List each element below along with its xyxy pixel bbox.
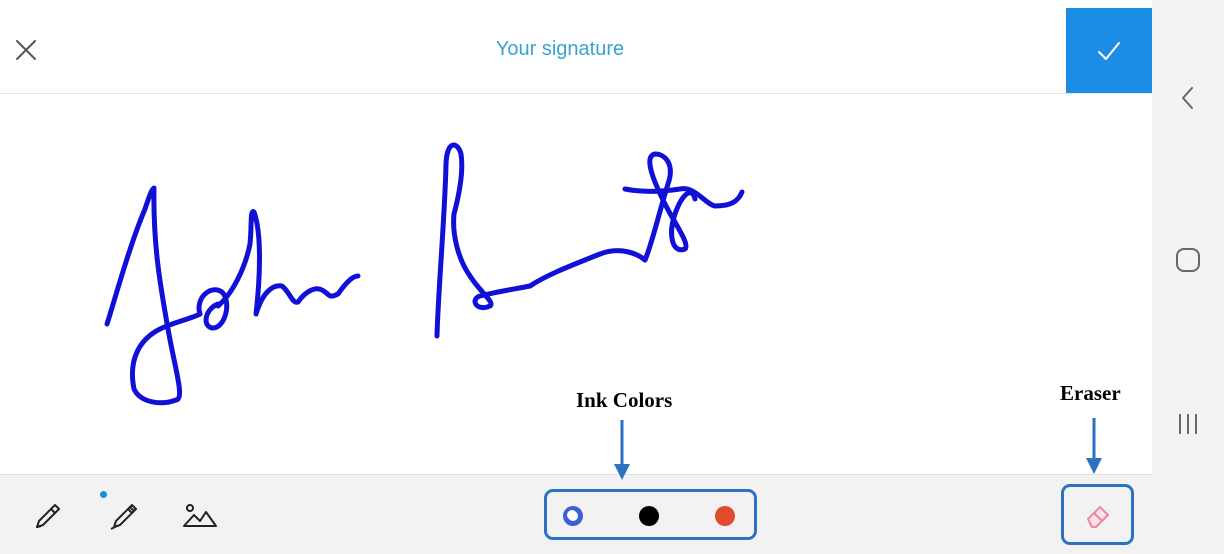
- ink-colors-annotation-label: Ink Colors: [576, 388, 673, 412]
- signature-stroke-o: [196, 287, 230, 331]
- selected-indicator: [568, 511, 578, 521]
- image-tool-button[interactable]: [178, 498, 222, 534]
- color-swatch-black[interactable]: [639, 506, 659, 526]
- selected-indicator-center: [570, 513, 576, 519]
- back-icon: [1182, 87, 1193, 109]
- eraser-button[interactable]: [1061, 484, 1134, 545]
- color-swatch-red[interactable]: [715, 506, 735, 526]
- ink-colors-annotation-arrow: [614, 420, 630, 480]
- pen-icon: [36, 504, 60, 528]
- system-nav-bar: [1152, 0, 1224, 553]
- eraser-icon: [1086, 505, 1109, 528]
- eraser-annotation-arrow: [1086, 418, 1102, 474]
- checkmark-icon: [1098, 41, 1120, 60]
- signature-stroke-n: [295, 273, 361, 305]
- signature-canvas[interactable]: [0, 94, 1152, 474]
- signature-stroke-h: [215, 209, 301, 317]
- marker-tool-button[interactable]: [102, 496, 146, 536]
- signature-stroke-t: [642, 151, 698, 263]
- page-title: Your signature: [495, 38, 625, 60]
- signature-stroke-m: [527, 248, 648, 289]
- back-button[interactable]: [1152, 78, 1224, 118]
- signature-drawing: [104, 142, 745, 406]
- signature-app: Your signature Ink Colors Eraser: [0, 0, 1152, 554]
- recents-icon: [1179, 414, 1197, 434]
- home-icon: [1176, 248, 1200, 272]
- signature-stroke-s: [434, 142, 533, 339]
- image-icon: [183, 504, 217, 527]
- eraser-annotation-label: Eraser: [1060, 381, 1121, 405]
- home-button[interactable]: [1152, 240, 1224, 280]
- header-bar: Your signature: [0, 0, 1152, 94]
- color-swatch-blue[interactable]: [563, 506, 583, 526]
- ink-colors-group: [544, 489, 757, 540]
- confirm-button[interactable]: [1066, 8, 1152, 93]
- signature-stroke-j: [104, 185, 203, 406]
- recents-button[interactable]: [1152, 404, 1224, 444]
- marker-icon: [110, 504, 137, 530]
- pen-tool-button[interactable]: [26, 496, 70, 536]
